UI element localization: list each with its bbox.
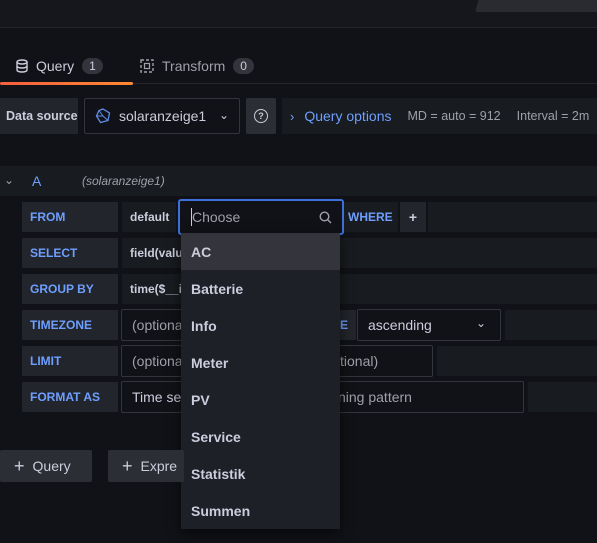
add-query-button[interactable]: + Query bbox=[0, 450, 92, 482]
measurement-dropdown: AC Batterie Info Meter PV Service Statis… bbox=[181, 233, 340, 529]
query-datasource-name: (solaranzeige1) bbox=[82, 174, 165, 188]
tab-transform-label: Transform bbox=[162, 58, 226, 74]
query-options-title: Query options bbox=[304, 108, 392, 124]
search-icon bbox=[319, 211, 332, 224]
transform-icon bbox=[140, 59, 154, 73]
select-row-filler bbox=[340, 238, 597, 268]
group-by-row-filler bbox=[340, 274, 597, 304]
measurement-option[interactable]: Batterie bbox=[181, 270, 340, 307]
tab-transform-count: 0 bbox=[233, 58, 254, 74]
tab-query[interactable]: Query 1 bbox=[0, 48, 133, 85]
chevron-right-icon: › bbox=[290, 108, 295, 124]
timezone-row-filler bbox=[505, 310, 597, 340]
retention-policy-segment[interactable]: default bbox=[122, 202, 176, 232]
query-options-toggle[interactable]: › Query options MD = auto = 912 Interval… bbox=[282, 98, 597, 134]
tab-query-count: 1 bbox=[82, 58, 103, 74]
query-header-a[interactable]: ⌄ A (solaranzeige1) bbox=[0, 166, 597, 196]
text-cursor bbox=[191, 208, 192, 226]
add-where-button[interactable]: + bbox=[400, 202, 426, 232]
datasource-label: Data source bbox=[0, 98, 78, 134]
limit-input[interactable]: (optiona bbox=[121, 345, 183, 377]
datasource-row: Data source solaranzeige1 ⌄ ? › Query op… bbox=[0, 98, 597, 138]
limit-label: LIMIT bbox=[22, 346, 118, 376]
format-as-select[interactable]: Time se bbox=[121, 381, 183, 413]
interval-info: Interval = 2m bbox=[516, 109, 590, 123]
format-row-filler bbox=[528, 382, 597, 412]
limit-row-filler bbox=[437, 346, 597, 376]
editor-tabs: Query 1 Transform 0 bbox=[0, 48, 597, 85]
measurement-option[interactable]: Service bbox=[181, 418, 340, 455]
tab-transform[interactable]: Transform 0 bbox=[140, 48, 254, 84]
where-label: WHERE bbox=[342, 202, 398, 232]
database-icon bbox=[16, 59, 28, 73]
order-by-time-label: E bbox=[338, 310, 356, 340]
measurement-option[interactable]: Statistik bbox=[181, 455, 340, 492]
order-by-select[interactable]: ascending ⌄ bbox=[357, 309, 501, 341]
add-query-label: Query bbox=[32, 458, 71, 474]
alias-by-input[interactable]: ning pattern bbox=[338, 381, 524, 413]
from-label: FROM bbox=[22, 202, 118, 232]
add-expression-label: Expre bbox=[140, 458, 178, 474]
measurement-option[interactable]: Meter bbox=[181, 344, 340, 381]
group-by-segment[interactable]: time($__i bbox=[122, 274, 182, 304]
plus-icon: + bbox=[122, 456, 133, 476]
measurement-option[interactable]: Info bbox=[181, 307, 340, 344]
datasource-selected: solaranzeige1 bbox=[119, 108, 207, 124]
plus-icon: + bbox=[14, 456, 25, 476]
query-ref-id[interactable]: A bbox=[32, 173, 41, 189]
add-expression-button[interactable]: + Expre bbox=[108, 450, 184, 482]
slimit-input[interactable]: tional) bbox=[338, 345, 433, 377]
question-circle-icon: ? bbox=[254, 109, 268, 123]
chevron-down-icon: ⌄ bbox=[475, 316, 486, 330]
select-field-segment[interactable]: field(valu bbox=[122, 238, 182, 268]
measurement-option[interactable]: PV bbox=[181, 381, 340, 418]
measurement-placeholder: Choose bbox=[192, 209, 241, 225]
timezone-input[interactable]: (optiona bbox=[121, 309, 183, 341]
top-bar bbox=[0, 0, 597, 28]
max-data-points-info: MD = auto = 912 bbox=[407, 109, 501, 123]
measurement-picker-input[interactable]: Choose bbox=[178, 199, 344, 235]
format-as-label: FORMAT AS bbox=[22, 382, 118, 412]
select-label: SELECT bbox=[22, 238, 118, 268]
measurement-option[interactable]: AC bbox=[181, 233, 340, 270]
order-by-value: ascending bbox=[368, 317, 432, 333]
datasource-help-button[interactable]: ? bbox=[246, 98, 276, 134]
datasource-picker[interactable]: solaranzeige1 ⌄ bbox=[84, 98, 240, 134]
active-tab-indicator bbox=[0, 82, 133, 85]
influxdb-icon bbox=[95, 108, 111, 124]
timezone-label: TIMEZONE bbox=[22, 310, 118, 340]
tab-query-label: Query bbox=[36, 58, 75, 74]
chevron-down-icon: ⌄ bbox=[218, 108, 229, 122]
group-by-label: GROUP BY bbox=[22, 274, 118, 304]
chevron-down-icon[interactable]: ⌄ bbox=[4, 173, 14, 187]
from-row-filler bbox=[428, 202, 597, 232]
measurement-option[interactable]: Summen bbox=[181, 492, 340, 529]
panel-preview-edge bbox=[474, 0, 597, 12]
